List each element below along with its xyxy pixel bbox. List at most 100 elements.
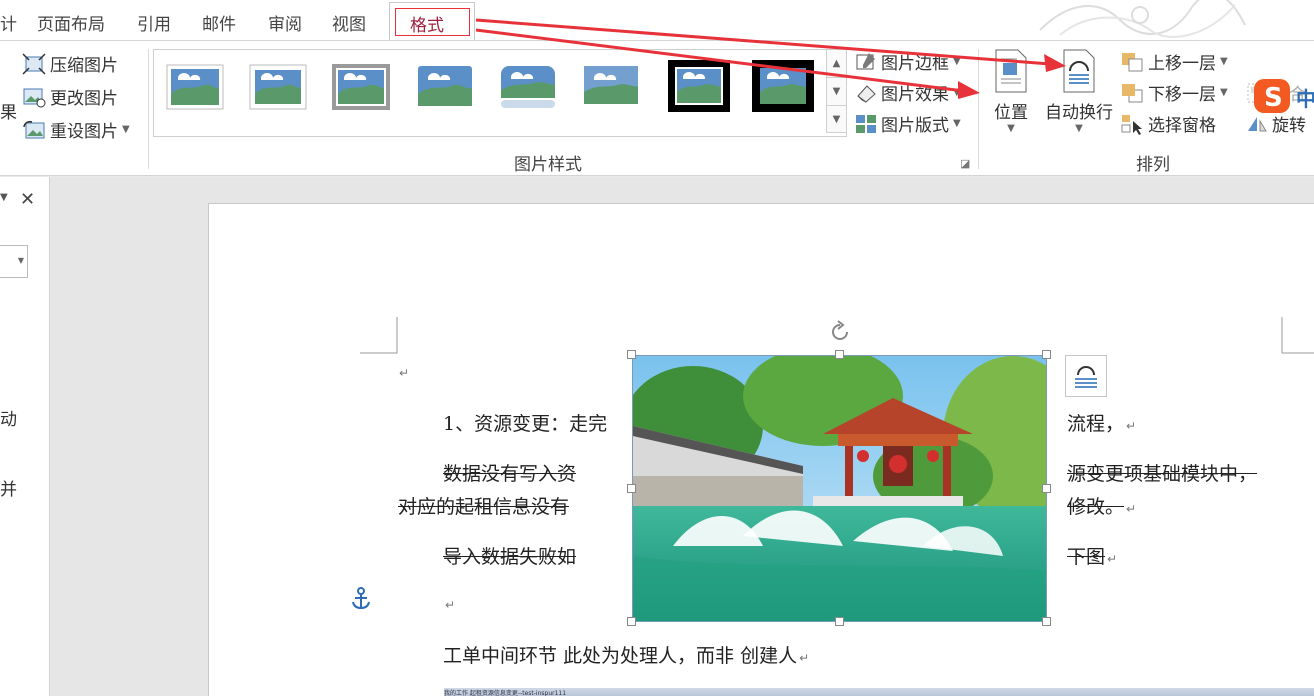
resize-handle-ne[interactable] [1042,350,1051,359]
picture-border-dropdown-icon[interactable]: ▼ [953,56,961,67]
reset-picture-label: 重设图片 [50,122,118,142]
pavilion-fountain-photo [633,356,1046,621]
group-divider [148,49,149,169]
nav-pane-partial-text-1: 动 [0,410,17,430]
picture-style-thumb-6[interactable] [582,64,640,110]
send-backward-label: 下移一层 [1148,85,1216,105]
tab-format[interactable]: 格式 [389,2,475,43]
resize-handle-n[interactable] [835,350,844,359]
compress-pictures-button[interactable]: 压缩图片 [22,51,118,76]
resize-handle-s[interactable] [835,617,844,626]
tab-design-partial[interactable]: 计 [0,10,17,35]
layout-options-button[interactable] [1065,355,1107,397]
paragraph-mark: ↵ [399,366,410,380]
ribbon-format-panel: 果 压缩图片 更改图片 重设图片 ▼ ▲ ▼ ▼ 图片边框 ▼ 图片效果 ▼ 图… [0,40,1314,176]
send-backward-icon [1122,83,1143,102]
paragraph-mark: ↵ [1126,419,1137,433]
decorative-swirl-image [1039,0,1246,38]
nav-pane-search-box[interactable]: ▼ [0,245,28,278]
resize-handle-sw[interactable] [627,617,636,626]
position-icon [995,49,1027,93]
change-picture-button[interactable]: 更改图片 [22,84,118,109]
nav-pane-close-icon[interactable]: ✕ [20,189,35,210]
tab-review[interactable]: 审阅 [268,10,302,35]
picture-layout-dropdown-icon[interactable]: ▼ [953,118,961,129]
nav-pane-partial-text-2: 并 [0,480,17,500]
doc-line-4-left: 导入数据失败如 [443,546,577,568]
compress-pictures-icon [22,52,46,75]
sogou-ime-badge[interactable]: S 中 [1252,77,1314,117]
dialog-launcher-icon[interactable]: ◪ [960,157,970,170]
send-backward-button[interactable]: 下移一层 ▼ [1120,80,1228,105]
doc-line-1-right-text: 流程， [1067,413,1125,435]
tab-mailings[interactable]: 邮件 [202,10,236,35]
arrange-group-label: 排列 [1136,155,1170,175]
picture-style-thumb-3[interactable] [332,64,390,110]
picture-style-thumb-7[interactable] [668,60,730,112]
tab-view[interactable]: 视图 [332,10,366,35]
resize-handle-w[interactable] [627,484,636,493]
tab-references[interactable]: 引用 [137,10,171,35]
gallery-scroll-up-button[interactable]: ▲ [826,49,846,77]
paragraph-mark: ↵ [1107,552,1118,566]
picture-style-thumb-5[interactable] [499,64,557,110]
doc-line-1-right: 流程， ↵ [1067,409,1136,436]
doc-line-3-right-text: 修改。 [1067,496,1125,518]
gallery-more-button[interactable]: ▼ [826,105,846,133]
picture-style-thumb-4[interactable] [416,64,474,110]
position-label: 位置 [994,103,1028,123]
send-backward-dropdown-icon[interactable]: ▼ [1220,87,1228,98]
doc-line-3-right: 修改。 ↵ [1067,492,1136,519]
reset-dropdown-chevron-icon[interactable]: ▼ [122,124,130,135]
tab-page-layout[interactable]: 页面布局 [37,10,105,35]
doc-line-2-right: 源变更项基础模块中， [1067,463,1258,485]
change-picture-label: 更改图片 [50,89,118,109]
svg-text:S: S [1264,83,1283,113]
selection-pane-button[interactable]: 选择窗格 [1120,111,1216,136]
paragraph-mark: ↵ [445,598,456,612]
reset-picture-button[interactable]: 重设图片 ▼ [22,117,130,142]
ribbon-partial-label: 果 [0,103,17,123]
picture-border-button[interactable]: 图片边框 ▼ [855,49,961,74]
picture-layout-button[interactable]: 图片版式 ▼ [855,111,961,136]
layout-options-icon [1075,366,1097,388]
wrap-text-dropdown-icon: ▼ [1075,123,1083,134]
picture-style-thumb-2[interactable] [249,64,307,110]
doc-line-5: 工单中间环节 此处为处理人，而非 创建人 ↵ [443,641,809,668]
picture-style-thumb-1[interactable] [166,64,224,110]
ribbon-tab-bar: 计 页面布局 引用 邮件 审阅 视图 格式 [0,0,1314,43]
paragraph-mark: ↵ [799,651,810,665]
doc-line-4-right: 下图 ↵ [1067,542,1117,569]
position-button[interactable]: 位置 ▼ [989,49,1033,134]
wrap-text-button[interactable]: 自动换行 ▼ [1040,49,1118,134]
picture-styles-gallery [153,49,847,137]
doc-line-4-right-text: 下图 [1067,546,1106,568]
bring-forward-button[interactable]: 上移一层 ▼ [1120,49,1228,74]
resize-handle-se[interactable] [1042,617,1051,626]
wrap-text-label: 自动换行 [1045,103,1113,123]
picture-style-thumb-8[interactable] [752,60,814,112]
bring-forward-dropdown-icon[interactable]: ▼ [1220,56,1228,67]
picture-layout-label: 图片版式 [881,116,949,136]
tab-format-label: 格式 [410,16,444,36]
resize-handle-e[interactable] [1042,484,1051,493]
selection-pane-icon [1121,114,1142,135]
embedded-screenshot-strip: 我的工作 起租资源信息变更--test-inspur111 [444,688,1314,696]
nav-pane-menu-chevron-icon[interactable]: ▼ [0,192,8,203]
resize-handle-nw[interactable] [627,350,636,359]
gallery-scroll-down-button[interactable]: ▼ [826,77,846,105]
rotate-handle-icon[interactable] [827,319,853,345]
bring-forward-label: 上移一层 [1148,54,1216,74]
picture-effects-dropdown-icon[interactable]: ▼ [953,87,961,98]
selected-picture[interactable] [632,355,1047,622]
picture-border-label: 图片边框 [881,54,949,74]
picture-effects-button[interactable]: 图片效果 ▼ [855,80,961,105]
picture-layout-icon [856,114,876,133]
anchor-icon [352,587,370,610]
bring-forward-icon [1122,52,1143,71]
change-picture-icon [23,88,46,107]
doc-line-1-left: 1、资源变更：走完 [443,413,608,435]
ime-chinese-indicator: 中 [1296,87,1314,111]
paragraph-mark: ↵ [1126,502,1137,516]
group-divider [978,49,979,169]
